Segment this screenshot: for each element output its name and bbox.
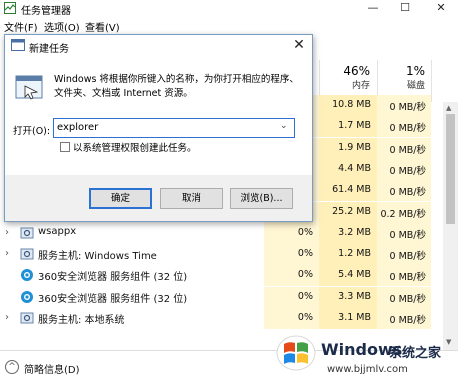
scroll-up-icon[interactable]: ▲ [446, 104, 451, 112]
cell-mem: 25.2 MB [332, 205, 371, 217]
watermark-cn: 系统之家 [389, 346, 442, 361]
360-browser-icon [21, 269, 33, 282]
cell-disk: 0 MB/秒 [389, 229, 426, 241]
menu-file[interactable]: 文件(F) [4, 19, 38, 34]
cell-mem: 1.7 MB [338, 120, 371, 132]
process-name: 360安全浏览器 服务组件 (32 位) [38, 272, 188, 284]
minimize-button[interactable]: — [360, 0, 386, 17]
collapse-icon[interactable]: ^ [5, 360, 19, 374]
menu-view[interactable]: 查看(V) [85, 19, 120, 34]
dialog-button-bar: 确定 取消 浏览(B)... [5, 175, 312, 221]
disk-column-header[interactable]: 1% 磁盘 [380, 64, 425, 91]
process-row[interactable]: 360安全浏览器 服务组件 (32 位) 0% 5.4 MB 0 MB/秒 [0, 265, 443, 287]
cell-disk: 0 MB/秒 [389, 144, 426, 156]
360-browser-icon [21, 290, 33, 303]
cell-disk: 0 MB/秒 [389, 187, 426, 199]
process-row[interactable]: 360安全浏览器 服务组件 (32 位) 0% 3.3 MB 0 MB/秒 [0, 286, 443, 308]
admin-privileges-checkbox[interactable] [60, 142, 70, 152]
task-manager-titlebar: 任务管理器 — ☐ ✕ [0, 0, 458, 17]
expand-chevron-icon[interactable]: › [5, 312, 15, 323]
chevron-down-icon[interactable]: ⌄ [280, 121, 288, 131]
cell-mem: 10.8 MB [332, 99, 371, 110]
cell-mem: 3.1 MB [338, 312, 371, 323]
cell-disk: 0.2 MB/秒 [380, 208, 426, 220]
window-title: 任务管理器 [21, 6, 71, 17]
menu-options[interactable]: 选项(O) [44, 19, 80, 34]
cell-mem: 3.2 MB [338, 226, 371, 238]
vertical-scrollbar[interactable]: ▲ ▼ [443, 102, 458, 350]
dialog-title: 新建任务 [29, 44, 69, 55]
cell-mem: 1.9 MB [338, 141, 371, 153]
cell-disk: 0 MB/秒 [389, 272, 426, 284]
process-name: wsappx [38, 225, 77, 237]
cell-disk: 0 MB/秒 [389, 165, 426, 177]
process-name: 服务主机: Windows Time [38, 251, 157, 263]
service-gear-icon [20, 312, 34, 324]
service-gear-icon [20, 227, 34, 239]
memory-column-label: 内存 [351, 81, 370, 91]
cell-cpu: 0% [297, 248, 313, 260]
fewer-details-link[interactable]: 简略信息(D) [24, 361, 80, 376]
close-window-button[interactable]: ✕ [428, 0, 454, 17]
cell-mem: 4.4 MB [338, 162, 371, 174]
cell-disk: 0 MB/秒 [389, 123, 426, 135]
new-task-dialog: 新建任务 ✕ Windows 将根据你所键入的名称，为你打开相应的程序、文件夹、… [4, 34, 313, 222]
windows-logo-icon [276, 335, 316, 371]
menu-bar: 文件(F) 选项(O) 查看(V) [0, 17, 458, 35]
dialog-description: Windows 将根据你所键入的名称，为你打开相应的程序、文件夹、文档或 Int… [54, 74, 299, 99]
cell-mem: 1.2 MB [338, 248, 371, 260]
process-name: 服务主机: 本地系统 [38, 315, 125, 326]
admin-privileges-label[interactable]: 以系统管理权限创建此任务。 [73, 140, 197, 154]
cell-cpu: 0% [297, 226, 313, 238]
watermark-url: www.bjjmlv.com [327, 364, 408, 375]
cell-disk: 0 MB/秒 [389, 315, 426, 326]
open-input[interactable]: explorer [53, 118, 295, 138]
process-row[interactable]: › 服务主机: 本地系统 0% 3.1 MB 0 MB/秒 [0, 308, 443, 329]
cell-cpu: 0% [297, 269, 313, 281]
expand-chevron-icon[interactable]: › [5, 227, 15, 238]
task-manager-app-icon [4, 2, 16, 14]
cell-disk: 0 MB/秒 [389, 293, 426, 305]
memory-percent: 46% [343, 64, 370, 78]
expand-chevron-icon[interactable]: › [5, 248, 15, 259]
cell-cpu: 0% [297, 290, 313, 302]
dialog-close-button[interactable]: ✕ [289, 37, 309, 55]
maximize-button[interactable]: ☐ [392, 0, 418, 17]
run-program-icon [15, 75, 43, 100]
process-row[interactable]: › wsappx 0% 3.2 MB 0 MB/秒 [0, 222, 443, 244]
cell-mem: 3.3 MB [338, 290, 371, 302]
service-gear-icon [20, 248, 34, 260]
disk-column-label: 磁盘 [406, 81, 425, 91]
cell-disk: 0 MB/秒 [389, 102, 426, 113]
cell-mem: 5.4 MB [338, 269, 371, 281]
open-label: 打开(O): [13, 126, 51, 137]
memory-column-header[interactable]: 46% 内存 [322, 64, 370, 91]
cell-disk: 0 MB/秒 [389, 251, 426, 263]
ok-button[interactable]: 确定 [89, 188, 152, 209]
dialog-window-icon [11, 39, 25, 51]
cancel-button[interactable]: 取消 [160, 188, 223, 209]
cell-cpu: 0% [297, 312, 313, 323]
watermark: Windows 系统之家 www.bjjmlv.com [271, 330, 458, 385]
process-row[interactable]: › 服务主机: Windows Time 0% 1.2 MB 0 MB/秒 [0, 244, 443, 266]
cell-mem: 61.4 MB [332, 184, 371, 196]
disk-percent: 1% [405, 64, 425, 78]
browse-button[interactable]: 浏览(B)... [230, 188, 293, 209]
scroll-thumb[interactable] [446, 114, 455, 224]
process-name: 360安全浏览器 服务组件 (32 位) [38, 293, 188, 305]
